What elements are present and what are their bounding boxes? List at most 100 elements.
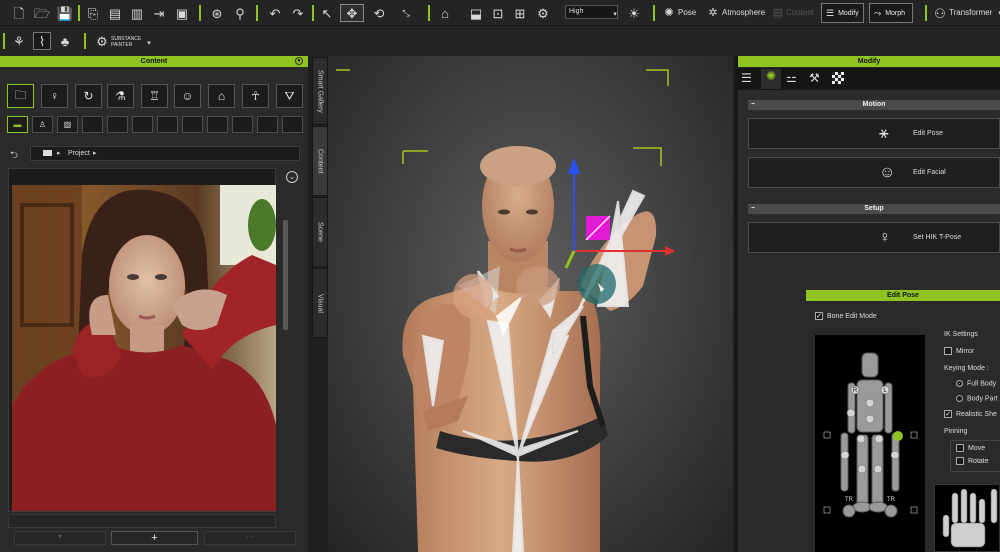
- sliders-tab-icon[interactable]: ☰: [741, 71, 752, 85]
- remove-button[interactable]: ▾: [14, 531, 106, 545]
- select-arrow-icon[interactable]: ↖: [318, 4, 336, 22]
- category-pose-icon[interactable]: ☥: [242, 84, 269, 108]
- pose-tab-icon[interactable]: ✺: [761, 69, 781, 89]
- light-icon[interactable]: ☀: [625, 4, 643, 22]
- atmosphere-button[interactable]: Atmosphere: [722, 8, 765, 17]
- category-animation-icon[interactable]: ↻: [75, 84, 102, 108]
- set-hik-tpose-button[interactable]: ♀ Set HIK T-Pose: [748, 222, 1000, 253]
- category-project-folder-icon[interactable]: 🗀: [7, 84, 34, 108]
- physics-tab-icon[interactable]: ⚒: [809, 71, 820, 85]
- setup-section-label: Setup: [864, 205, 884, 212]
- secondary-toolbar: ⚘ ⌇ ♣ ⚙ SUBSTANCE PAINTER ▾: [0, 26, 1000, 56]
- content-toggle-icon[interactable]: ▤: [769, 4, 787, 22]
- back-arrow-icon[interactable]: ⮌: [10, 148, 18, 165]
- section-collapse-icon[interactable]: −: [751, 100, 755, 110]
- collapse-toggle-icon[interactable]: ⌄: [286, 171, 298, 183]
- person-lift-icon[interactable]: ⚲: [231, 4, 249, 22]
- render-icon[interactable]: ▣: [173, 4, 191, 22]
- add-button[interactable]: +: [111, 531, 198, 545]
- category-props-icon[interactable]: ⚗: [107, 84, 134, 108]
- open-folder-icon[interactable]: 🗁: [33, 4, 51, 22]
- section-collapse-icon[interactable]: −: [751, 204, 755, 214]
- fit-view-icon[interactable]: ⊡: [489, 4, 507, 22]
- curve-tool-icon[interactable]: ⌇: [33, 32, 51, 50]
- selected-joint-highlight[interactable]: [578, 264, 616, 304]
- save-icon[interactable]: 💾: [56, 4, 74, 22]
- sub-empty-slot[interactable]: [132, 116, 153, 133]
- breadcrumb-project[interactable]: Project: [68, 150, 90, 157]
- more-button[interactable]: ⋯: [204, 531, 296, 545]
- category-character-icon[interactable]: ♀: [41, 84, 68, 108]
- pin-move-checkbox[interactable]: Move: [956, 444, 985, 452]
- transformer-button[interactable]: Transformer: [949, 8, 992, 17]
- content-manager-icon[interactable]: ⊛: [208, 4, 226, 22]
- move-gizmo-icon[interactable]: ✥: [340, 4, 364, 22]
- morph-toggle-button[interactable]: ⤳ Morph: [869, 3, 913, 23]
- panel-splitter[interactable]: [735, 56, 738, 552]
- sub-empty-slot[interactable]: [82, 116, 103, 133]
- category-accessory-icon[interactable]: ⌂: [208, 84, 235, 108]
- scale-icon[interactable]: ⤡: [397, 4, 415, 22]
- camera-settings-icon[interactable]: ⚙: [534, 4, 552, 22]
- pose-button[interactable]: Pose: [678, 8, 696, 17]
- realistic-shoulder-checkbox[interactable]: ✓ Realistic She: [944, 410, 997, 418]
- sub-image-icon[interactable]: ▨: [57, 116, 78, 133]
- checker-material-tab-icon[interactable]: [832, 72, 844, 84]
- send-to-icon[interactable]: ⇥: [150, 4, 168, 22]
- bone-tab-icon[interactable]: ⚍: [786, 71, 797, 85]
- chevron-down-icon[interactable]: ▾: [606, 5, 624, 23]
- export-usd-icon[interactable]: ▥: [128, 4, 146, 22]
- reference-photo[interactable]: [12, 185, 276, 511]
- reference-photo-image: [12, 185, 276, 511]
- sub-empty-slot[interactable]: [232, 116, 253, 133]
- sub-folder-icon[interactable]: ▬: [7, 116, 28, 133]
- panel-options-icon[interactable]: ●: [295, 57, 303, 65]
- redo-icon[interactable]: ↷: [289, 4, 307, 22]
- camera-frame-icon[interactable]: ⬓: [467, 4, 485, 22]
- rotate-icon[interactable]: ⟲: [370, 4, 388, 22]
- atmosphere-icon[interactable]: ✲: [704, 4, 722, 22]
- chevron-down-icon[interactable]: ▾: [140, 34, 158, 52]
- sub-empty-slot[interactable]: [207, 116, 228, 133]
- export-fbx-icon[interactable]: ▤: [106, 4, 124, 22]
- edit-facial-button[interactable]: ☺ Edit Facial: [748, 157, 1000, 188]
- preview-scrollbar[interactable]: [283, 220, 288, 330]
- undo-icon[interactable]: ↶: [266, 4, 284, 22]
- import-icon[interactable]: ⎘: [84, 4, 102, 22]
- pose-icon[interactable]: ✺: [660, 4, 678, 22]
- modify-toggle-button[interactable]: ☰ Modify: [821, 3, 864, 23]
- category-clothing-icon[interactable]: ♖: [141, 84, 168, 108]
- hand-picker[interactable]: [934, 484, 1000, 552]
- figure-hip-mark: T: [868, 435, 872, 441]
- mirror-checkbox[interactable]: Mirror: [944, 347, 974, 355]
- body-part-radio[interactable]: Body Part: [956, 395, 998, 402]
- group-icon[interactable]: ♣: [56, 32, 74, 50]
- setup-section: − Setup: [748, 204, 1000, 214]
- sub-empty-slot[interactable]: [107, 116, 128, 133]
- sub-empty-slot[interactable]: [282, 116, 303, 133]
- zoom-extents-icon[interactable]: ⊞: [511, 4, 529, 22]
- tab-visual[interactable]: Visual: [312, 268, 328, 338]
- bone-edit-mode-checkbox[interactable]: ✓ Bone Edit Mode: [815, 312, 877, 320]
- substance-painter-icon[interactable]: ⚙: [93, 32, 111, 50]
- transformer-icon[interactable]: ⚇: [931, 4, 949, 22]
- motion-section: − Motion: [748, 100, 1000, 110]
- sub-empty-slot[interactable]: [257, 116, 278, 133]
- home-camera-icon[interactable]: ⌂: [436, 4, 454, 22]
- category-head-icon[interactable]: ☺: [174, 84, 201, 108]
- headshot-icon[interactable]: ⚘: [10, 32, 28, 50]
- tab-smart-gallery[interactable]: Smart Gallery: [312, 57, 328, 125]
- content-toggle-button[interactable]: Content: [786, 8, 814, 17]
- pin-rotate-checkbox[interactable]: Rotate: [956, 457, 989, 465]
- sub-figure-icon[interactable]: ♙: [32, 116, 53, 133]
- chevron-down-icon[interactable]: ▾: [991, 4, 1000, 22]
- edit-pose-button[interactable]: ⚹ Edit Pose: [748, 118, 1000, 149]
- substance-painter-button[interactable]: SUBSTANCE PAINTER: [111, 36, 141, 48]
- new-file-icon[interactable]: 🗋: [10, 4, 28, 22]
- category-scene-icon[interactable]: ⛛: [276, 84, 303, 108]
- tab-scene[interactable]: Scene: [312, 197, 328, 267]
- tab-content[interactable]: Content: [312, 126, 328, 196]
- sub-empty-slot[interactable]: [157, 116, 178, 133]
- full-body-radio[interactable]: Full Body: [956, 380, 996, 387]
- sub-empty-slot[interactable]: [182, 116, 203, 133]
